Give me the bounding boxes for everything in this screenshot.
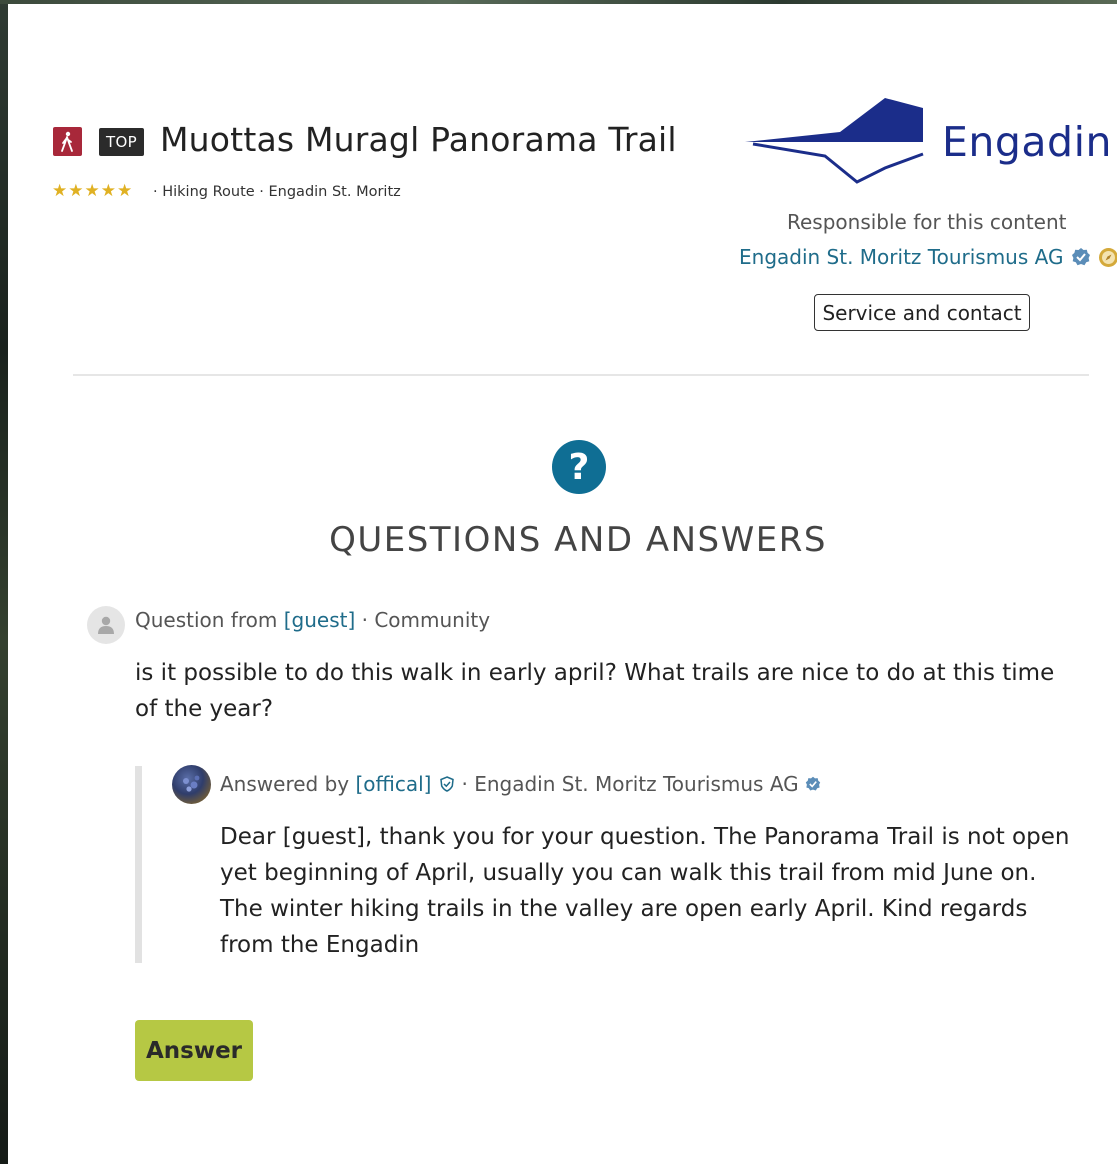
page-title: Muottas Muragl Panorama Trail — [160, 120, 677, 159]
guest-avatar — [87, 606, 125, 644]
answer-byline: Answered by [offical] · Engadin St. Mori… — [220, 772, 821, 796]
service-contact-button[interactable]: Service and contact — [814, 294, 1030, 331]
answer-prefix: Answered by — [220, 772, 350, 796]
question-author-link[interactable]: [guest] — [284, 608, 356, 632]
qa-section-title: QUESTIONS AND ANSWERS — [329, 520, 827, 560]
hiking-icon — [53, 127, 82, 156]
background-edge — [0, 0, 8, 1164]
verified-badge-icon — [1072, 248, 1091, 266]
question-source: · Community — [361, 608, 491, 632]
responsible-organization[interactable]: Engadin St. Moritz Tourismus AG — [739, 245, 1117, 269]
shield-check-icon — [440, 776, 455, 792]
answer-button[interactable]: Answer — [135, 1020, 253, 1081]
official-avatar — [172, 765, 211, 804]
answer-quote-bar — [135, 766, 142, 963]
user-icon — [98, 616, 114, 634]
answer-organization: · Engadin St. Moritz Tourismus AG — [461, 772, 799, 796]
answer-author-link[interactable]: [offical] — [355, 772, 431, 796]
responsible-label: Responsible for this content — [787, 210, 1067, 234]
organization-link[interactable]: Engadin St. Moritz Tourismus AG — [739, 245, 1063, 269]
question-byline: Question from [guest] · Community — [135, 608, 490, 632]
question-icon: ? — [552, 440, 606, 494]
question-text: is it possible to do this walk in early … — [135, 660, 1055, 722]
compass-icon — [1099, 247, 1117, 267]
rating-stars: ★★★★★ — [52, 181, 134, 201]
answer-text: Dear [guest], thank you for your questio… — [220, 824, 1070, 958]
engadin-logo — [745, 98, 924, 184]
top-badge: TOP — [99, 128, 144, 156]
section-divider — [73, 374, 1089, 376]
content-card: TOP Muottas Muragl Panorama Trail ★★★★★ … — [8, 4, 1117, 1164]
question-prefix: Question from — [135, 608, 278, 632]
verified-badge-icon — [805, 776, 820, 791]
route-meta: · Hiking Route · Engadin St. Moritz — [153, 184, 401, 200]
logo-text: Engadin — [942, 118, 1112, 166]
